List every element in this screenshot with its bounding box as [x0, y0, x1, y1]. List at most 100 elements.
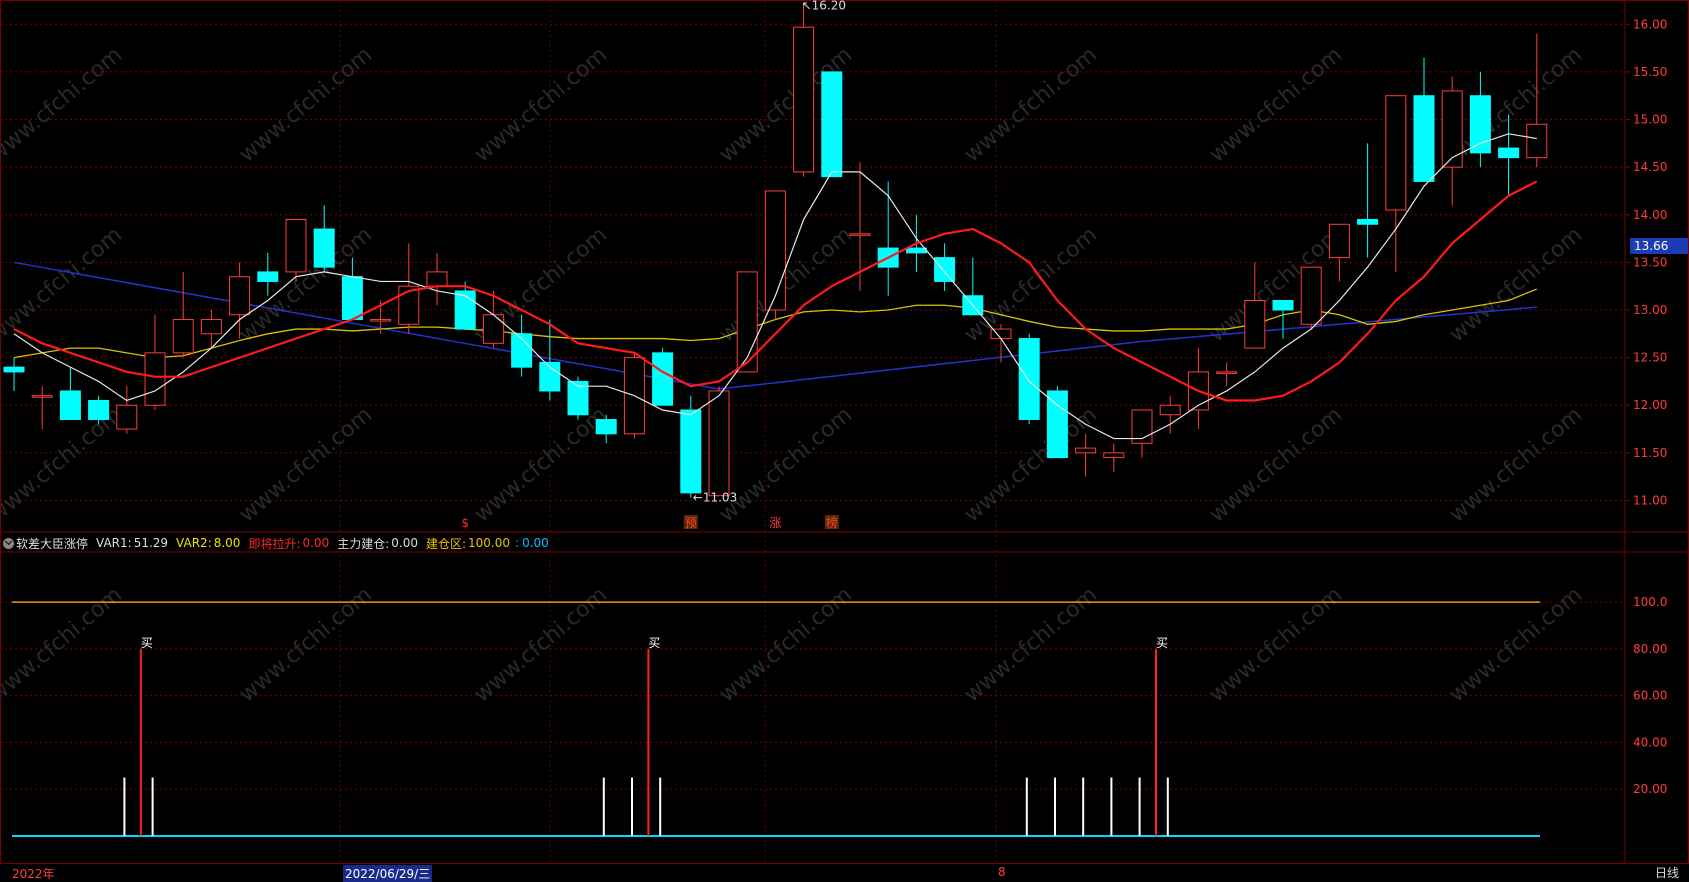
watermark-text: www.cfchi.com — [235, 42, 377, 167]
zone-value1: 100.00 — [468, 536, 511, 550]
candle-body — [1216, 371, 1238, 374]
candle-body — [1469, 95, 1491, 154]
indicator-tick-label: 80.00 — [1633, 642, 1667, 656]
candle-body — [144, 352, 166, 406]
candle-body — [1018, 338, 1040, 421]
var1-label: VAR1: — [96, 536, 132, 550]
watermark-text: www.cfchi.com — [470, 402, 612, 527]
indicator-name[interactable]: 软差大臣涨停 — [16, 535, 88, 552]
zone-label: 建仓区: — [425, 536, 467, 551]
watermark-text: www.cfchi.com — [470, 42, 612, 167]
candle-body — [821, 71, 843, 178]
last-price-tag: 13.66 — [1630, 238, 1688, 254]
candle-body — [1357, 219, 1379, 225]
buy-label: 买 — [141, 636, 153, 650]
watermark-text: www.cfchi.com — [0, 582, 127, 707]
last-price-value: 13.66 — [1634, 239, 1669, 253]
price-annotation: ↖16.20 — [802, 0, 846, 12]
candle-body — [200, 319, 222, 335]
candle-body — [482, 314, 504, 344]
var2-label: VAR2: — [176, 536, 212, 550]
month-label: 8 — [998, 865, 1006, 879]
price-annotation: ←11.03 — [693, 491, 737, 505]
year-label: 2022年 — [12, 867, 55, 881]
price-tick-label: 16.00 — [1633, 17, 1667, 31]
price-tick-label: 13.50 — [1633, 255, 1667, 269]
period-button[interactable]: 日线 — [1655, 864, 1679, 881]
candle-body — [116, 404, 138, 430]
indicator-tick-label: 20.00 — [1633, 782, 1667, 796]
candle-body — [793, 26, 815, 173]
price-tick-label: 15.00 — [1633, 113, 1667, 127]
candle-body — [285, 219, 307, 273]
candle-body — [708, 390, 730, 497]
watermark-text: www.cfchi.com — [1205, 42, 1347, 167]
price-tick-label: 15.50 — [1633, 65, 1667, 79]
selected-date[interactable]: 2022/06/29/三 — [343, 865, 433, 882]
candle-body — [1103, 452, 1125, 459]
price-tick-label: 12.50 — [1633, 351, 1667, 365]
candle-body — [31, 395, 53, 398]
candle-body — [680, 409, 702, 494]
buy-label: 买 — [648, 636, 660, 650]
candle-body — [1300, 266, 1322, 325]
candle-body — [3, 366, 25, 373]
buy-label: 买 — [1156, 636, 1168, 650]
watermark-text: www.cfchi.com — [960, 582, 1102, 707]
watermark-text: www.cfchi.com — [1205, 582, 1347, 707]
indicator-tick-label: 40.00 — [1633, 735, 1667, 749]
indicator-legend: 软差大臣涨停 VAR1: 51.29 VAR2: 8.00 即将拉升: 0.00… — [3, 534, 551, 552]
signal-marker: 预 — [685, 516, 697, 530]
watermark-text: www.cfchi.com — [470, 582, 612, 707]
var1-value: 51.29 — [133, 536, 169, 550]
candle-body — [341, 276, 363, 321]
candle-body — [370, 319, 392, 322]
candle-body — [652, 352, 674, 406]
price-tick-label: 14.00 — [1633, 208, 1667, 222]
watermark-text: www.cfchi.com — [715, 582, 857, 707]
price-tick-label: 14.50 — [1633, 160, 1667, 174]
time-axis-bar: 2022年 2022/06/29/三 8 日线 — [0, 864, 1689, 882]
pull-label: 即将拉升: — [248, 536, 301, 551]
candle-body — [1272, 299, 1294, 311]
watermark-text: www.cfchi.com — [1205, 402, 1347, 527]
candle-body — [257, 271, 279, 282]
watermark-text: www.cfchi.com — [0, 222, 127, 347]
watermark-text: www.cfchi.com — [1445, 222, 1587, 347]
indicator-tick-label: 60.00 — [1633, 689, 1667, 703]
zone-sep: : — [515, 536, 520, 550]
candle-body — [88, 399, 110, 421]
price-tick-label: 11.50 — [1633, 446, 1667, 460]
candle-body — [905, 247, 927, 254]
candle-body — [595, 419, 617, 435]
candle-body — [764, 190, 786, 311]
collapse-toggle-icon[interactable] — [3, 537, 14, 549]
candle-body — [426, 271, 448, 287]
watermark-text: www.cfchi.com — [235, 402, 377, 527]
main-label: 主力建仓: — [337, 536, 390, 551]
candle-body — [1046, 390, 1068, 459]
price-tick-label: 11.00 — [1633, 493, 1667, 507]
price-tick-label: 13.00 — [1633, 303, 1667, 317]
candle-body — [1413, 95, 1435, 182]
signal-marker: 涨 — [769, 515, 781, 530]
candle-body — [172, 319, 194, 354]
zone-value2: 0.00 — [522, 536, 549, 550]
stock-chart[interactable]: 16.00 15.50 15.00 14.50 14.00 13.50 13.00 12.50… — [0, 0, 1689, 864]
candle-body — [934, 257, 956, 282]
watermark-text: www.cfchi.com — [0, 42, 127, 167]
candle-body — [229, 276, 251, 316]
candle-body — [1385, 95, 1407, 211]
watermark-text: www.cfchi.com — [235, 582, 377, 707]
var2-value: 8.00 — [213, 536, 241, 550]
candle-body — [1526, 123, 1548, 159]
signal-marker: $ — [461, 516, 469, 530]
main-value: 0.00 — [391, 536, 418, 550]
watermark-text: www.cfchi.com — [1445, 402, 1587, 527]
candle-body — [313, 228, 335, 268]
price-tick-label: 12.00 — [1633, 398, 1667, 412]
candle-body — [849, 233, 871, 236]
candle-body — [454, 290, 476, 330]
watermark-text: www.cfchi.com — [715, 402, 857, 527]
candle-body — [1498, 147, 1520, 159]
